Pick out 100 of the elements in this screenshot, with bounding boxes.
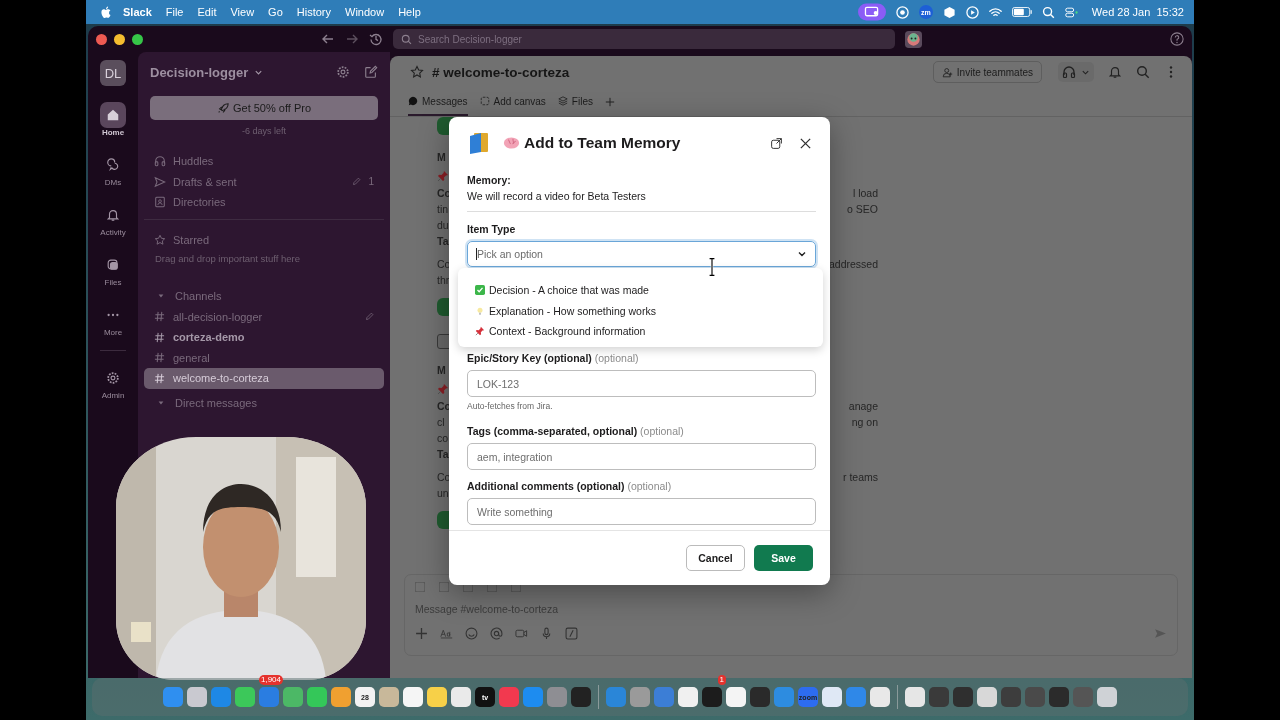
save-button[interactable]: Save — [754, 545, 813, 571]
search-icon[interactable] — [1136, 65, 1150, 79]
app-icon[interactable] — [870, 687, 890, 707]
screen-share-icon[interactable] — [857, 3, 886, 21]
tab[interactable]: Files — [557, 88, 593, 116]
mention-icon[interactable] — [490, 627, 503, 640]
forward-arrow-icon[interactable] — [345, 32, 359, 46]
chevron-down-icon — [797, 249, 807, 259]
rail-label[interactable]: DMs — [104, 178, 122, 187]
emoji-icon[interactable] — [465, 627, 478, 640]
menu-item[interactable]: View — [230, 6, 255, 18]
plus-icon[interactable] — [415, 627, 428, 640]
app-icon[interactable] — [1097, 687, 1117, 707]
maximize-window-button[interactable] — [132, 33, 143, 45]
bell-icon[interactable] — [1108, 65, 1122, 79]
search-field[interactable]: Search Decision-logger — [393, 29, 895, 49]
dropdown-option[interactable]: Explanation - How something works — [489, 304, 656, 317]
sidebar-item[interactable]: Drafts & sent — [173, 175, 237, 188]
app-icon[interactable] — [702, 687, 722, 707]
menu-item[interactable]: Edit — [197, 6, 217, 18]
section-title[interactable]: Channels — [175, 290, 222, 303]
rail-label[interactable]: Admin — [101, 391, 125, 400]
dropdown-option[interactable]: Context - Background information — [489, 325, 646, 338]
app-icon[interactable] — [187, 687, 207, 707]
app-icon[interactable] — [822, 687, 842, 707]
app-icon[interactable] — [750, 687, 770, 707]
pop-out-icon[interactable] — [770, 136, 783, 150]
wifi-icon[interactable] — [988, 5, 1002, 19]
menu-item[interactable]: History — [296, 6, 332, 18]
app-icon[interactable] — [905, 687, 925, 707]
upgrade-button[interactable]: Get 50% off Pro — [150, 96, 378, 120]
menu-item[interactable]: Window — [345, 6, 385, 18]
dropdown-option[interactable]: Decision - A choice that was made — [489, 284, 649, 297]
caret-icon[interactable] — [157, 398, 165, 407]
workspace-name[interactable]: Decision-logger — [150, 64, 249, 80]
menu-item[interactable]: Go — [268, 6, 283, 18]
app-icon[interactable] — [726, 687, 746, 707]
compose-icon[interactable] — [364, 65, 378, 79]
input-field[interactable]: Write something — [467, 498, 816, 525]
section-title[interactable]: Starred — [173, 233, 210, 246]
cube-icon[interactable] — [942, 5, 956, 19]
app-icon[interactable] — [427, 687, 447, 707]
minimize-window-button[interactable] — [114, 33, 125, 45]
app-icon[interactable] — [977, 687, 997, 707]
app-icon[interactable] — [379, 687, 399, 707]
rail-label[interactable]: Activity — [100, 228, 126, 237]
app-icon[interactable] — [403, 687, 423, 707]
app-icon[interactable] — [571, 687, 591, 707]
app-icon[interactable] — [451, 687, 471, 707]
channel-item[interactable]: welcome-to-corteza — [144, 368, 384, 389]
sidebar-item[interactable]: Directories — [173, 196, 226, 209]
item-type-select[interactable]: Pick an option — [467, 241, 816, 267]
rail-label[interactable]: Files — [104, 278, 122, 287]
cancel-button[interactable]: Cancel — [686, 545, 745, 571]
input-field[interactable]: LOK-123 — [467, 370, 816, 397]
battery-icon[interactable] — [1011, 7, 1032, 17]
menu-item[interactable]: Help — [398, 6, 421, 18]
record-icon[interactable] — [895, 5, 909, 19]
text-format-icon[interactable] — [440, 627, 453, 640]
menu-item[interactable]: Slack — [123, 6, 152, 18]
settings-icon[interactable] — [336, 65, 350, 79]
video-icon[interactable] — [515, 627, 528, 640]
close-icon[interactable] — [799, 136, 812, 150]
play-icon[interactable] — [965, 5, 979, 19]
app-icon[interactable] — [235, 687, 255, 707]
workspace-logo-icon[interactable] — [905, 30, 922, 48]
microphone-icon[interactable] — [540, 627, 553, 640]
control-center-icon[interactable] — [1064, 5, 1078, 19]
clock[interactable]: Wed 28 Jan 15:32 — [1091, 6, 1184, 18]
back-arrow-icon[interactable] — [321, 32, 335, 46]
star-icon[interactable] — [410, 65, 424, 79]
rail-label[interactable]: Home — [101, 128, 125, 137]
invite-button[interactable]: Invite teammates — [932, 61, 1042, 83]
history-icon[interactable] — [369, 32, 383, 46]
app-icon[interactable] — [678, 687, 698, 707]
apple-logo-icon[interactable] — [100, 5, 111, 19]
rail-icon-button[interactable] — [100, 102, 126, 128]
huddle-button[interactable] — [1058, 62, 1094, 82]
add-tab-icon[interactable] — [604, 97, 615, 107]
search-icon[interactable] — [1041, 5, 1055, 19]
channel-item[interactable]: all-decision-logger — [144, 306, 384, 327]
section-title[interactable]: Direct messages — [175, 396, 257, 409]
workspace-avatar[interactable]: DL — [100, 60, 126, 86]
rail-label[interactable]: More — [103, 328, 123, 337]
close-window-button[interactable] — [96, 33, 107, 45]
channel-title[interactable]: # welcome-to-corteza — [432, 64, 570, 80]
slash-command-icon[interactable] — [565, 627, 578, 640]
bell-icon — [106, 208, 120, 222]
channel-item[interactable]: corteza-demo — [144, 327, 384, 348]
sidebar-item[interactable]: Huddles — [173, 155, 214, 168]
app-icon[interactable] — [1049, 687, 1069, 707]
help-icon[interactable] — [1170, 32, 1184, 46]
app-icon[interactable] — [953, 687, 973, 707]
input-field[interactable]: aem, integration — [467, 443, 816, 470]
app-icon[interactable] — [331, 687, 351, 707]
menu-item[interactable]: File — [165, 6, 184, 18]
tab[interactable]: Add canvas — [479, 88, 546, 116]
app-icon[interactable] — [307, 687, 327, 707]
channel-item[interactable]: general — [144, 347, 384, 368]
app-icon[interactable] — [283, 687, 303, 707]
